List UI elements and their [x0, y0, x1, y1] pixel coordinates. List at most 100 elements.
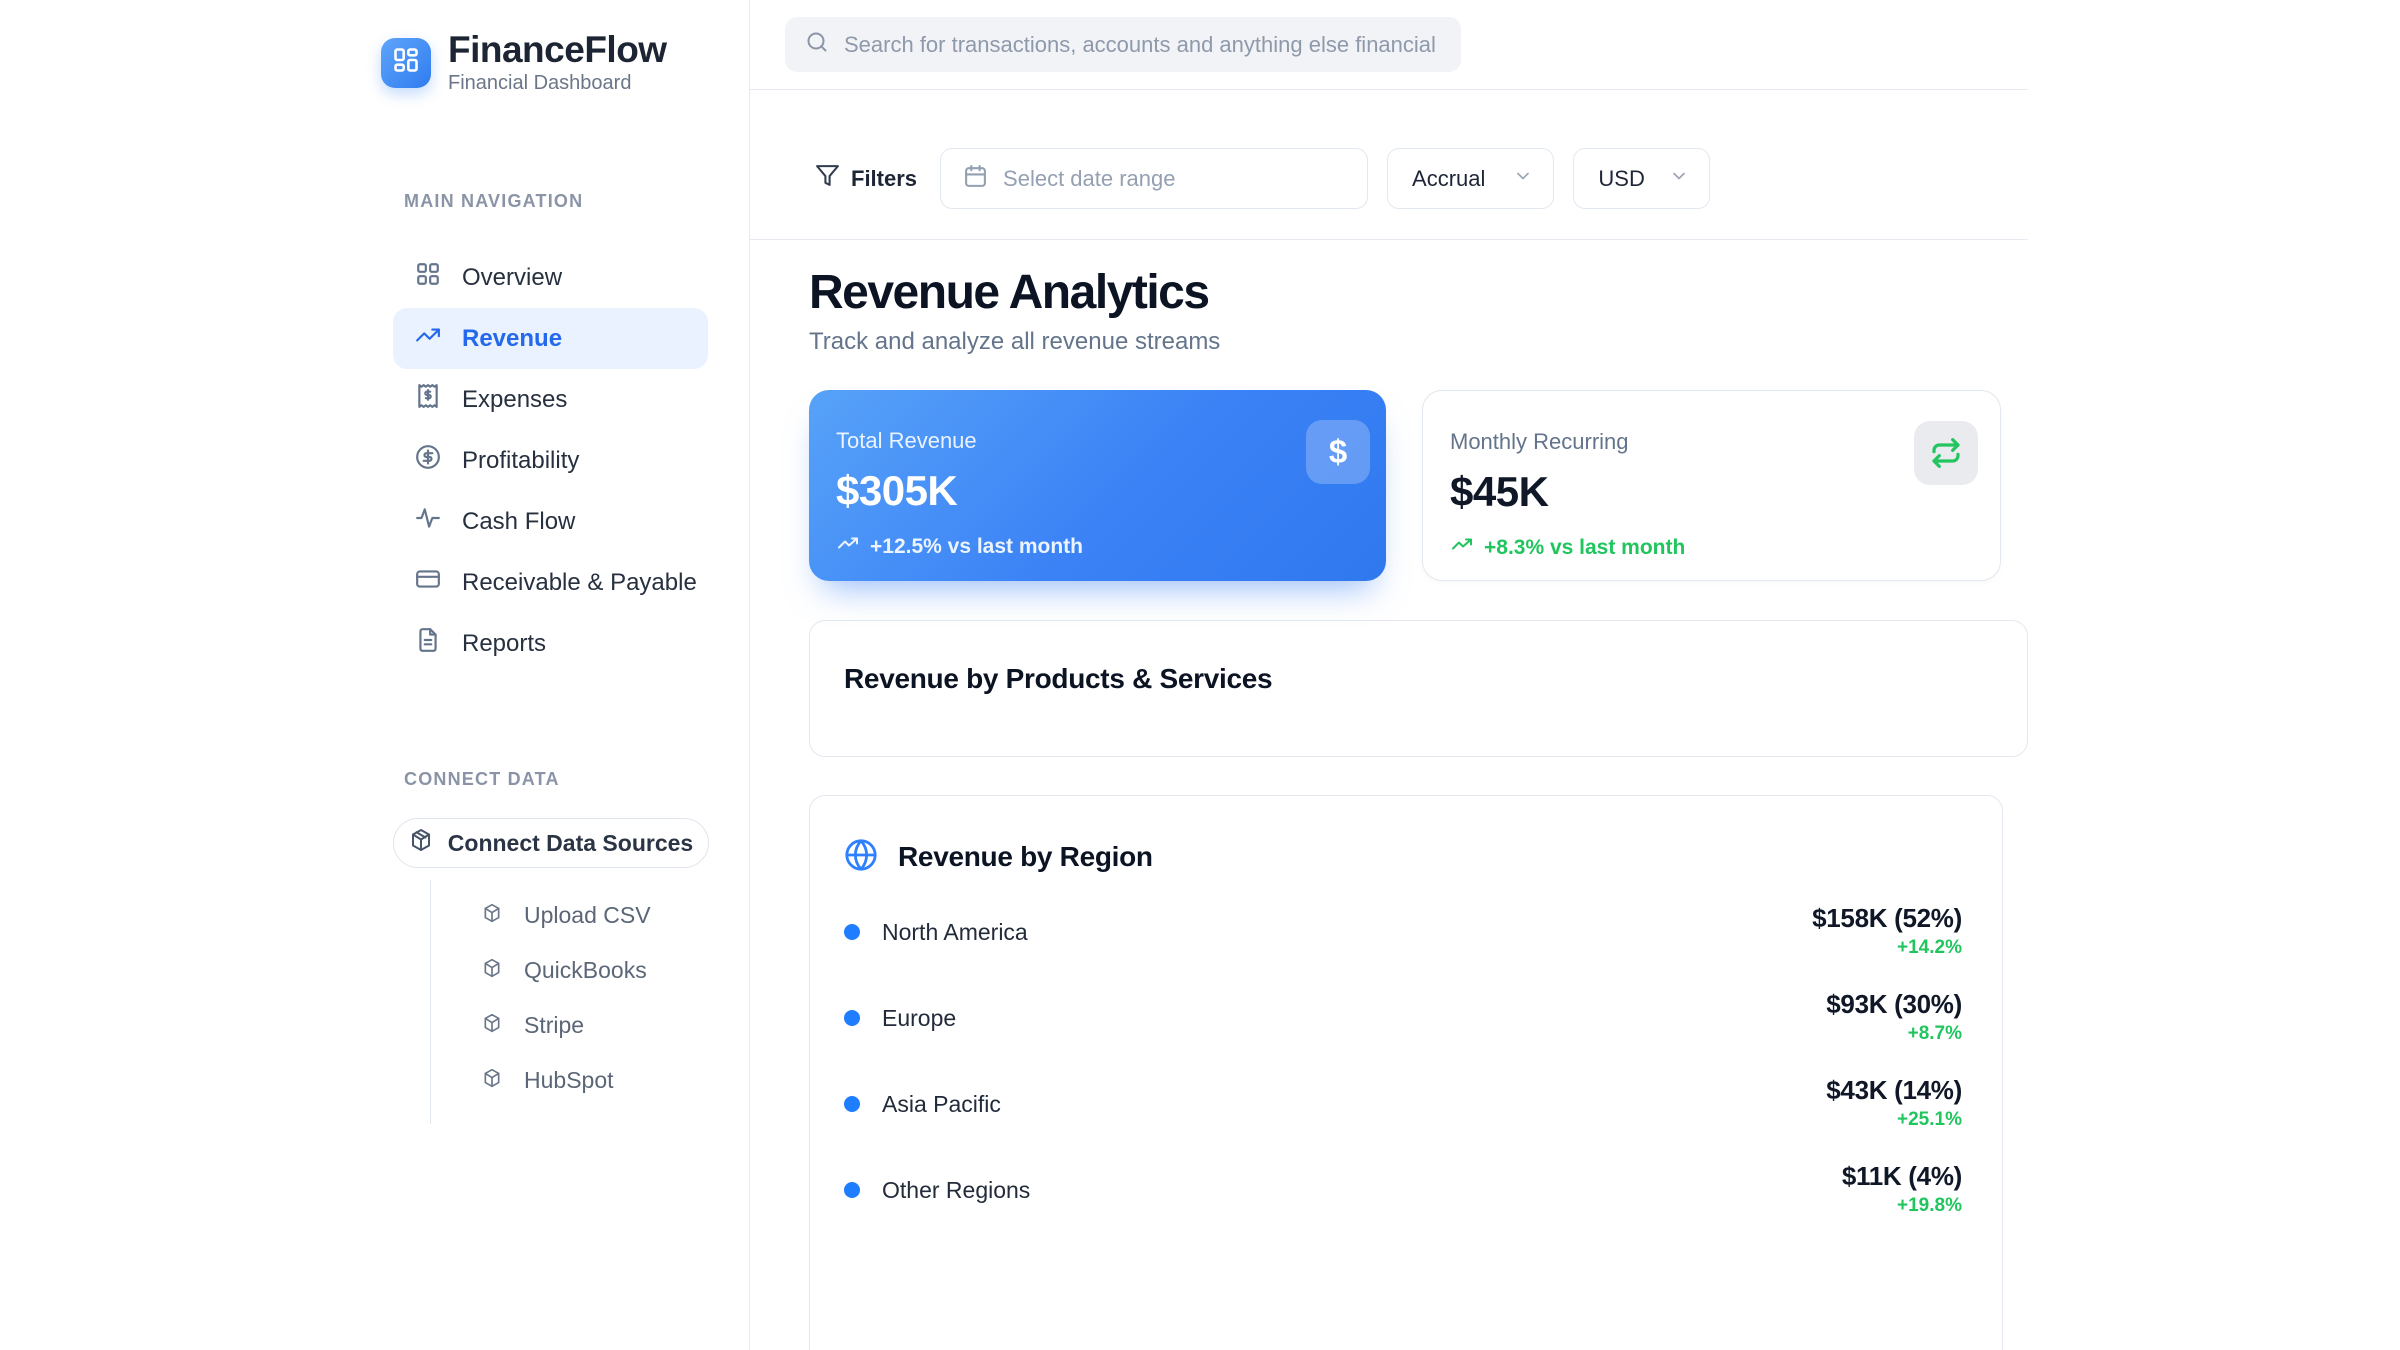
package-icon [482, 902, 502, 929]
stat-delta-text: +8.3% vs last month [1484, 536, 1685, 560]
monthly-recurring-card: Monthly Recurring $45K +8.3% vs last mon… [1422, 390, 2001, 581]
package-icon [482, 957, 502, 984]
connect-item-stripe[interactable]: Stripe [482, 998, 749, 1053]
brand: FinanceFlow Financial Dashboard [0, 0, 749, 95]
connect-item-upload-csv[interactable]: Upload CSV [482, 888, 749, 943]
package-icon [409, 828, 433, 858]
globe-icon [844, 838, 878, 877]
sidebar-item-label: Cash Flow [462, 508, 575, 536]
trending-up-icon [415, 322, 441, 355]
connect-button-label: Connect Data Sources [448, 830, 693, 857]
region-row-left: Europe [844, 1005, 956, 1032]
region-rows: North America $158K (52%) +14.2% Europe [844, 889, 1962, 1233]
accounting-basis-select[interactable]: Accrual [1387, 148, 1554, 209]
sidebar: FinanceFlow Financial Dashboard MAIN NAV… [0, 0, 750, 1350]
trend-up-icon [1450, 533, 1474, 563]
search-input[interactable] [844, 32, 1441, 58]
dollar-icon: $ [1306, 420, 1370, 484]
region-row-left: North America [844, 919, 1028, 946]
region-name: Europe [882, 1005, 956, 1032]
region-dot-icon [844, 1182, 860, 1198]
filter-funnel-icon [815, 163, 840, 194]
stat-cards-row: Total Revenue $305K +12.5% vs last month… [809, 390, 2028, 581]
search-icon [805, 30, 829, 59]
date-range-placeholder: Select date range [1003, 166, 1175, 192]
sidebar-item-profitability[interactable]: Profitability [393, 430, 708, 491]
chevron-down-icon [1669, 166, 1689, 192]
sidebar-item-label: Revenue [462, 325, 562, 353]
page-title: Revenue Analytics [809, 267, 2028, 319]
connect-item-hubspot[interactable]: HubSpot [482, 1053, 749, 1108]
basis-selected-value: Accrual [1412, 166, 1485, 192]
connect-item-quickbooks[interactable]: QuickBooks [482, 943, 749, 998]
region-dot-icon [844, 1096, 860, 1112]
region-value: $43K (14%) [1826, 1075, 1962, 1105]
stat-delta: +8.3% vs last month [1450, 533, 2000, 563]
sidebar-item-overview[interactable]: Overview [393, 247, 708, 308]
file-text-icon [415, 627, 441, 660]
region-row-left: Other Regions [844, 1177, 1030, 1204]
region-row-right: $158K (52%) +14.2% [1812, 903, 1962, 961]
sidebar-item-cash-flow[interactable]: Cash Flow [393, 491, 708, 552]
currency-selected-value: USD [1598, 166, 1644, 192]
layout-dashboard-icon [392, 46, 420, 79]
products-card-title: Revenue by Products & Services [844, 663, 2027, 695]
repeat-icon [1914, 421, 1978, 485]
connect-data-sources-button[interactable]: Connect Data Sources [393, 818, 709, 868]
package-icon [482, 1012, 502, 1039]
stat-value: $305K [836, 467, 1386, 515]
filters-label-text: Filters [851, 166, 917, 192]
connect-sources-list: Upload CSV QuickBooks Stripe HubSpot [430, 880, 749, 1124]
section-label-main-navigation: MAIN NAVIGATION [0, 191, 749, 212]
credit-card-icon [415, 566, 441, 599]
global-search [785, 17, 1461, 72]
region-delta: +25.1% [1897, 1107, 1962, 1133]
region-name: Asia Pacific [882, 1091, 1001, 1118]
date-range-picker[interactable]: Select date range [940, 148, 1368, 209]
filters-bar: Filters Select date range Accrual USD [750, 90, 2028, 240]
region-row-right: $93K (30%) +8.7% [1826, 989, 1962, 1047]
region-value: $11K (4%) [1842, 1161, 1962, 1191]
region-card-header: Revenue by Region [844, 840, 1962, 874]
sidebar-item-revenue[interactable]: Revenue [393, 308, 708, 369]
sidebar-item-receivable-payable[interactable]: Receivable & Payable [393, 552, 708, 613]
activity-icon [415, 505, 441, 538]
region-value: $93K (30%) [1826, 989, 1962, 1019]
sidebar-item-label: Overview [462, 264, 562, 292]
sidebar-item-reports[interactable]: Reports [393, 613, 708, 674]
sidebar-item-label: Profitability [462, 447, 579, 475]
calendar-icon [963, 164, 988, 194]
dollar-circle-icon [415, 444, 441, 477]
region-row-left: Asia Pacific [844, 1091, 1001, 1118]
region-row-europe: Europe $93K (30%) +8.7% [844, 975, 1962, 1061]
region-delta: +19.8% [1897, 1193, 1962, 1219]
stat-label: Total Revenue [836, 428, 1386, 454]
main-navigation: Overview Revenue Expenses Profitability … [0, 247, 708, 674]
sidebar-item-label: Expenses [462, 386, 567, 414]
app-root: FinanceFlow Financial Dashboard MAIN NAV… [0, 0, 2400, 1350]
region-dot-icon [844, 924, 860, 940]
sidebar-item-label: Reports [462, 630, 546, 658]
region-row-asia-pacific: Asia Pacific $43K (14%) +25.1% [844, 1061, 1962, 1147]
region-card-title: Revenue by Region [898, 841, 1153, 873]
region-row-right: $11K (4%) +19.8% [1842, 1161, 1962, 1219]
total-revenue-card: Total Revenue $305K +12.5% vs last month… [809, 390, 1386, 581]
app-logo [381, 38, 431, 88]
section-label-connect-data: CONNECT DATA [0, 769, 749, 790]
region-name: Other Regions [882, 1177, 1030, 1204]
connect-item-label: QuickBooks [524, 957, 647, 984]
layout-grid-icon [415, 261, 441, 294]
region-row-north-america: North America $158K (52%) +14.2% [844, 889, 1962, 975]
revenue-by-region-card: Revenue by Region North America $158K (5… [809, 795, 2003, 1350]
sidebar-item-expenses[interactable]: Expenses [393, 369, 708, 430]
brand-tagline: Financial Dashboard [448, 72, 667, 95]
region-row-right: $43K (14%) +25.1% [1826, 1075, 1962, 1133]
topbar [750, 0, 2028, 90]
connect-item-label: HubSpot [524, 1067, 614, 1094]
stat-delta-text: +12.5% vs last month [870, 535, 1083, 559]
region-value: $158K (52%) [1812, 903, 1962, 933]
brand-text: FinanceFlow Financial Dashboard [448, 30, 667, 95]
trend-up-icon [836, 532, 860, 562]
currency-select[interactable]: USD [1573, 148, 1709, 209]
chevron-down-icon [1513, 166, 1533, 192]
